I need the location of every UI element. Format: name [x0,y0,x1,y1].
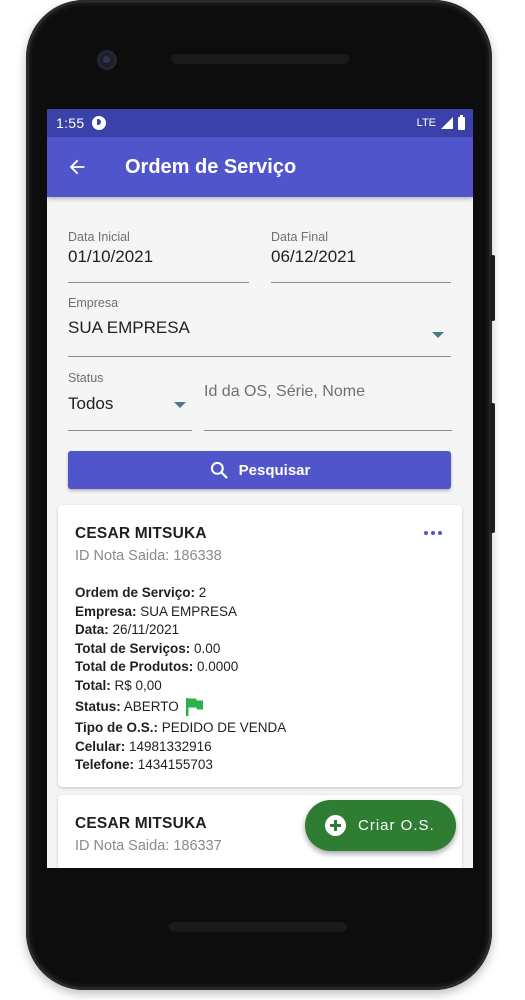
earpiece-speaker [170,52,350,64]
service-order-card[interactable]: CESAR MITSUKA ID Nota Saida: 186338 Orde… [58,505,462,787]
detail-status: Status: ABERTO [75,695,445,719]
detail-services-total: Total de Serviços: 0.00 [75,640,221,656]
detail-total: Total: R$ 0,00 [75,677,162,693]
detail-mobile: Celular: 14981332916 [75,738,212,754]
dropdown-arrow-icon [174,402,186,408]
network-type: LTE [416,117,436,129]
fab-label: Criar O.S. [358,817,435,834]
start-date-label: Data Inicial [68,230,130,244]
detail-date: Data: 26/11/2021 [75,622,180,637]
status-time: 1:55 [56,115,85,131]
signal-icon [441,117,453,129]
invoice-id: ID Nota Saida: 186338 [75,548,222,564]
status-bar: 1:55 LTE [47,109,473,137]
more-options-icon[interactable] [424,531,442,535]
sync-icon [92,116,107,130]
detail-company: Empresa: SUA EMPRESA [75,603,238,619]
detail-os-type: Tipo de O.S.: PEDIDO DE VENDA [75,720,287,735]
battery-icon [458,114,465,130]
search-button-label: Pesquisar [238,461,311,479]
order-details: Ordem de Serviço: 2 Empresa: SUA EMPRESA… [75,584,445,775]
search-icon [210,461,228,479]
create-os-fab[interactable]: Criar O.S. [305,800,456,851]
end-date-field[interactable]: Data Final 06/12/2021 [271,230,451,283]
detail-products-total: Total de Produtos: 0.0000 [75,659,239,674]
dropdown-arrow-icon [432,332,444,338]
bottom-speaker [168,920,348,932]
status-label: Status [68,371,104,385]
back-button[interactable] [47,137,107,197]
detail-phone: Telefone: 1434155703 [75,757,213,772]
company-value: SUA EMPRESA [68,318,190,337]
customer-name: CESAR MITSUKA [75,525,207,542]
filter-form: Data Inicial 01/10/2021 Data Final 06/12… [47,197,473,489]
front-camera [97,50,117,70]
company-select[interactable]: Empresa SUA EMPRESA [68,296,451,357]
flag-icon [185,698,203,716]
start-date-value: 01/10/2021 [68,247,154,266]
end-date-label: Data Final [271,230,328,244]
end-date-value: 06/12/2021 [271,247,357,266]
add-circle-icon [325,815,346,836]
company-label: Empresa [68,296,119,310]
app-bar: Ordem de Serviço [47,137,473,197]
volume-button [490,403,495,533]
power-button [490,255,495,321]
search-placeholder: Id da OS, Série, Nome [204,383,365,400]
page-title: Ordem de Serviço [125,155,297,178]
start-date-field[interactable]: Data Inicial 01/10/2021 [68,230,249,283]
search-input[interactable]: Id da OS, Série, Nome [204,371,452,431]
screen: 1:55 LTE Ordem de Serviço Data Inicial 0… [47,109,473,868]
status-select[interactable]: Status Todos [68,371,192,431]
detail-os: Ordem de Serviço: 2 [75,585,207,600]
arrow-left-icon [69,159,85,175]
search-button[interactable]: Pesquisar [68,451,451,489]
